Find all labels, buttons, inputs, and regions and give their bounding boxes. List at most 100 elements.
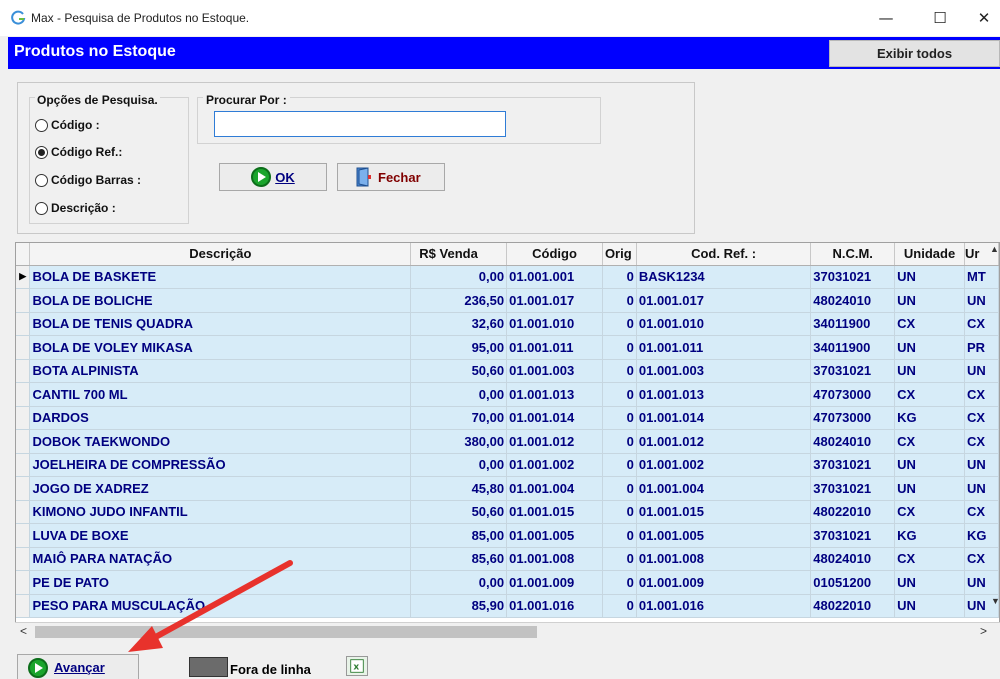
column-header[interactable]: Código — [506, 243, 603, 266]
table-cell: 0 — [602, 359, 637, 383]
table-cell: 01.001.013 — [636, 382, 812, 407]
table-row[interactable]: ▶ BOLA DE BASKETE 0,00 01.001.001 0 BASK1234 3… — [16, 265, 999, 289]
table-cell: 50,60 — [410, 500, 508, 524]
table-cell: BOLA DE BASKETE — [29, 265, 412, 289]
radio-label: Descrição : — [51, 201, 116, 215]
next-button[interactable]: Avançar — [17, 654, 139, 679]
column-header[interactable]: R$ Venda — [410, 243, 508, 266]
table-cell: PR — [964, 335, 999, 360]
table-cell: UN — [894, 288, 965, 313]
excel-export-icon[interactable]: x — [346, 656, 368, 676]
radio-descricao[interactable]: Descrição : — [35, 199, 116, 217]
table-cell: 01.001.012 — [636, 429, 812, 454]
table-cell: 01.001.005 — [506, 523, 603, 548]
row-indicator — [16, 476, 31, 501]
table-row[interactable]: PESO PARA MUSCULAÇÃO 85,90 01.001.016 0 01.0… — [16, 594, 999, 618]
minimize-button[interactable]: — — [868, 6, 904, 30]
table-cell: 47073000 — [810, 406, 896, 430]
table-row[interactable]: JOELHEIRA DE COMPRESSÃO 0,00 01.001.002 0 01… — [16, 453, 999, 477]
search-input[interactable] — [214, 111, 506, 137]
table-cell: 0,00 — [410, 570, 508, 595]
row-indicator — [16, 500, 31, 524]
close-button[interactable]: Fechar — [337, 163, 445, 191]
scroll-up-arrow-icon[interactable]: ▲ — [990, 244, 999, 254]
out-of-line-swatch — [189, 657, 228, 677]
scroll-down-arrow-icon[interactable]: ▼ — [991, 596, 1000, 606]
table-cell: 48022010 — [810, 594, 896, 618]
table-cell: CANTIL 700 ML — [29, 382, 412, 407]
table-cell: CX — [894, 312, 965, 336]
row-indicator — [16, 406, 31, 430]
table-cell: CX — [894, 500, 965, 524]
radio-codigo[interactable]: Código : — [35, 116, 100, 134]
table-cell: 01.001.001 — [506, 265, 603, 289]
table-row[interactable]: CANTIL 700 ML 0,00 01.001.013 0 01.001.013 47… — [16, 382, 999, 407]
column-header[interactable]: Descrição — [29, 243, 412, 266]
row-indicator: ▶ — [16, 265, 31, 289]
table-row[interactable]: BOLA DE BOLICHE 236,50 01.001.017 0 01.001.0… — [16, 288, 999, 313]
table-row[interactable]: BOLA DE TENIS QUADRA 32,60 01.001.010 0 01.0… — [16, 312, 999, 336]
table-cell: 01.001.003 — [636, 359, 812, 383]
table-cell: BOLA DE BOLICHE — [29, 288, 412, 313]
table-cell: 01.001.003 — [506, 359, 603, 383]
table-row[interactable]: LUVA DE BOXE 85,00 01.001.005 0 01.001.005 37… — [16, 523, 999, 548]
table-row[interactable]: BOLA DE VOLEY MIKASA 95,00 01.001.011 0 01.0… — [16, 335, 999, 360]
column-header[interactable]: Orig — [602, 243, 637, 266]
exit-door-icon — [356, 167, 371, 187]
table-cell: UN — [964, 453, 999, 477]
table-cell: CX — [964, 406, 999, 430]
table-cell: CX — [964, 500, 999, 524]
products-grid[interactable]: Descrição R$ Venda Código Orig Cod. Ref.… — [15, 242, 1000, 640]
table-cell: 0 — [602, 476, 637, 501]
table-cell: BASK1234 — [636, 265, 812, 289]
table-row[interactable]: DOBOK TAEKWONDO 380,00 01.001.012 0 01.001.0… — [16, 429, 999, 454]
column-header[interactable]: N.C.M. — [810, 243, 896, 266]
table-row[interactable]: JOGO DE XADREZ 45,80 01.001.004 0 01.001.004… — [16, 476, 999, 501]
table-row[interactable]: DARDOS 70,00 01.001.014 0 01.001.014 47073000… — [16, 406, 999, 430]
table-cell: 01.001.013 — [506, 382, 603, 407]
maximize-button[interactable]: ☐ — [922, 6, 958, 30]
column-header[interactable]: Unidade — [894, 243, 965, 266]
table-cell: CX — [964, 312, 999, 336]
table-cell: KIMONO JUDO INFANTIL — [29, 500, 412, 524]
table-row[interactable]: MAIÔ PARA NATAÇÃO 85,60 01.001.008 0 01.001.… — [16, 547, 999, 571]
horizontal-scrollbar[interactable]: < > — [15, 622, 1000, 640]
table-cell: 01.001.009 — [506, 570, 603, 595]
table-cell: 0 — [602, 406, 637, 430]
table-cell: JOELHEIRA DE COMPRESSÃO — [29, 453, 412, 477]
scroll-right-arrow-icon[interactable]: > — [980, 624, 987, 638]
table-cell: 0 — [602, 429, 637, 454]
table-cell: DARDOS — [29, 406, 412, 430]
table-cell: 48024010 — [810, 288, 896, 313]
table-row[interactable]: BOTA ALPINISTA 50,60 01.001.003 0 01.001.003… — [16, 359, 999, 383]
row-indicator — [16, 382, 31, 407]
table-cell: CX — [894, 382, 965, 407]
table-cell: 48024010 — [810, 429, 896, 454]
table-cell: DOBOK TAEKWONDO — [29, 429, 412, 454]
table-row[interactable]: PE DE PATO 0,00 01.001.009 0 01.001.009 01051… — [16, 570, 999, 595]
column-header[interactable]: Cod. Ref. : — [636, 243, 812, 266]
table-cell: 01.001.004 — [506, 476, 603, 501]
table-row[interactable]: KIMONO JUDO INFANTIL 50,60 01.001.015 0 01.0… — [16, 500, 999, 524]
close-window-button[interactable]: ✕ — [966, 6, 1000, 30]
go-arrow-icon — [251, 167, 272, 187]
table-cell: 01.001.012 — [506, 429, 603, 454]
table-cell: KG — [894, 523, 965, 548]
window-title: Max - Pesquisa de Produtos no Estoque. — [31, 11, 250, 25]
table-cell: BOLA DE VOLEY MIKASA — [29, 335, 412, 360]
table-cell: 0 — [602, 453, 637, 477]
radio-codigo-barras[interactable]: Código Barras : — [35, 171, 141, 189]
table-cell: CX — [894, 429, 965, 454]
show-all-button[interactable]: Exibir todos — [829, 40, 1000, 67]
radio-circle-icon — [35, 201, 48, 215]
ok-button[interactable]: OK — [219, 163, 327, 191]
next-label: Avançar — [54, 660, 105, 675]
radio-codigo-ref[interactable]: Código Ref.: — [35, 143, 122, 161]
table-cell: 01.001.016 — [506, 594, 603, 618]
scroll-left-arrow-icon[interactable]: < — [20, 624, 27, 638]
ok-label: OK — [275, 169, 295, 185]
table-cell: MAIÔ PARA NATAÇÃO — [29, 547, 412, 571]
table-cell: 0 — [602, 288, 637, 313]
table-cell: PESO PARA MUSCULAÇÃO — [29, 594, 412, 618]
scrollbar-thumb[interactable] — [35, 626, 537, 638]
